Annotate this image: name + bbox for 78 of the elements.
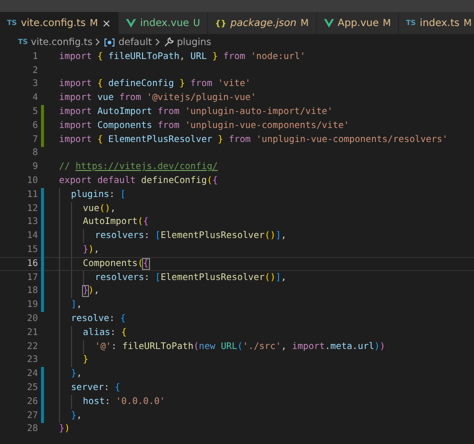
code-line: resolvers: [ElementPlusResolver()], xyxy=(59,229,287,244)
json-file-icon: {} xyxy=(215,18,226,28)
tab-title: vite.config.ts xyxy=(20,18,86,28)
line-number: 21 xyxy=(26,328,38,338)
line-number: 5 xyxy=(32,107,38,118)
line-number: 11 xyxy=(26,190,38,200)
git-status: M xyxy=(463,18,472,28)
line-number: 23 xyxy=(26,355,38,366)
line-number: 15 xyxy=(26,245,38,256)
line-number: 3 xyxy=(32,79,38,90)
line-number: 9 xyxy=(32,162,38,172)
line-number: 14 xyxy=(26,231,38,242)
code-line: }, xyxy=(59,367,82,382)
code-line: import vue from '@vitejs/plugin-vue' xyxy=(59,92,256,106)
chevron-icon xyxy=(154,38,161,46)
git-status: U xyxy=(193,18,200,28)
tab-title: package.json xyxy=(230,18,296,28)
line-number: 16 xyxy=(26,258,38,269)
git-status: M xyxy=(90,18,98,28)
code-line: resolvers: [ElementPlusResolver()], xyxy=(59,270,287,285)
line-number: 20 xyxy=(26,314,38,324)
line-number: 10 xyxy=(26,176,38,186)
vue-file-icon xyxy=(324,18,334,28)
editor-tab[interactable]: index.vue U xyxy=(119,12,208,34)
breadcrumb-item[interactable]: vite.config.ts xyxy=(30,36,92,48)
code-line: import Components from 'unplugin-vue-components/vite' xyxy=(59,120,350,133)
git-status: M xyxy=(382,18,391,28)
chevron-icon xyxy=(95,38,102,46)
line-number: 18 xyxy=(26,286,38,296)
wrench-icon xyxy=(164,37,174,47)
code-line: } xyxy=(59,354,88,368)
line-number: 12 xyxy=(26,204,38,214)
line-number: 4 xyxy=(32,93,38,104)
breadcrumb-item[interactable]: default xyxy=(118,36,152,48)
editor-tab[interactable]: {} package.json M xyxy=(208,12,317,34)
line-number: 2 xyxy=(32,66,38,76)
line-number: 25 xyxy=(26,383,38,394)
vue-file-icon xyxy=(126,18,136,28)
code-line: AutoImport({ xyxy=(59,216,149,230)
code-line: Components({ xyxy=(59,256,149,271)
code-line: resolve: { xyxy=(59,312,126,326)
code-line: }, xyxy=(59,408,82,423)
code-line: ], xyxy=(59,298,82,312)
code-line: import AutoImport from 'unplugin-auto-import/vite' xyxy=(59,106,333,119)
code-line: import { defineConfig } from 'vite' xyxy=(59,78,251,92)
line-number: 24 xyxy=(26,369,38,380)
code-line: vue(), xyxy=(59,202,116,216)
line-number: 17 xyxy=(26,272,38,283)
line-number: 13 xyxy=(26,217,38,228)
code-line: host: '0.0.0.0' xyxy=(59,394,166,409)
tab-title: index.ts xyxy=(420,18,460,28)
editor-tab[interactable]: App.vue M xyxy=(316,12,399,34)
code-line: // https://vitejs.dev/config/ xyxy=(59,161,218,174)
tab-title: App.vue xyxy=(338,18,379,28)
line-number: 28 xyxy=(26,424,38,434)
module-icon xyxy=(104,38,116,46)
breadcrumb-item[interactable]: plugins xyxy=(176,36,212,48)
code-line: export default defineConfig({ xyxy=(59,175,218,188)
line-number: 22 xyxy=(26,342,38,352)
code-line: }), xyxy=(59,243,100,257)
tab-title: index.vue xyxy=(140,18,190,28)
code-line: server: { xyxy=(59,381,120,395)
code-line: import { ElementPlusResolver } from 'unplugin-vue-components/resolvers' xyxy=(59,134,448,147)
close-icon[interactable]: × xyxy=(102,16,112,30)
code-line: }) xyxy=(59,423,70,436)
git-status: M xyxy=(300,18,309,28)
line-number: 26 xyxy=(26,396,38,407)
line-number: 6 xyxy=(32,120,38,131)
line-number: 8 xyxy=(32,148,38,158)
code-line: import { fileURLToPath, URL } from 'node:url' xyxy=(59,50,306,64)
code-line: }), xyxy=(59,284,100,298)
line-number: 19 xyxy=(26,300,38,310)
code-line: plugins: [ xyxy=(59,188,126,202)
line-number: 7 xyxy=(32,134,38,145)
line-number: 1 xyxy=(32,52,38,62)
line-number: 27 xyxy=(26,410,38,421)
code-line: alias: { xyxy=(59,326,127,340)
code-line: '@': fileURLToPath(new URL('./src', import.meta.url)) xyxy=(59,340,386,354)
